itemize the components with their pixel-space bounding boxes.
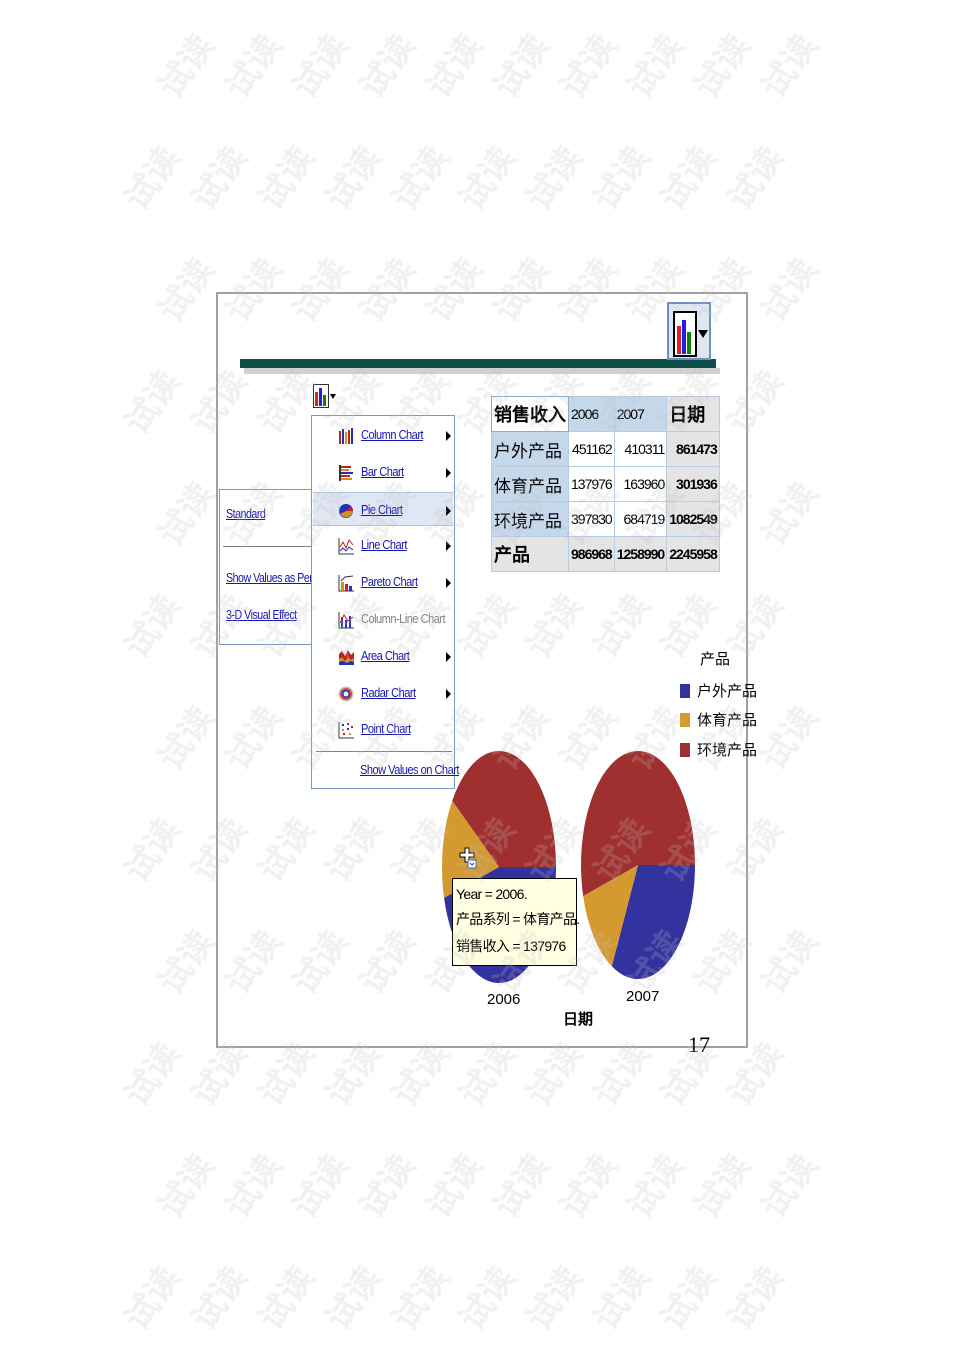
tooltip-line: 销售收入 = 137976 [456, 938, 566, 954]
menu-separator [316, 751, 452, 752]
menu-item-label[interactable]: Area Chart [361, 648, 410, 663]
submenu-arrow-icon [446, 541, 451, 552]
radar-chart-icon [338, 686, 354, 702]
table-cell: 163960 [613, 466, 668, 502]
measure-header[interactable]: 销售收入 [491, 396, 569, 432]
legend-label: 环境产品 [697, 741, 758, 759]
legend-label: 户外产品 [697, 682, 758, 700]
chart-type-menu: Column Chart Bar Chart Pie Chart Line Chart… [311, 415, 459, 789]
legend-item: 体育产品 [680, 709, 757, 730]
pie-chart-area [441, 751, 695, 984]
column-header[interactable]: 2006 [568, 396, 615, 432]
pareto-chart-icon [338, 575, 354, 592]
menu-item-label[interactable]: Pie Chart [361, 502, 403, 517]
submenu-arrow-icon [446, 651, 451, 662]
point-chart-icon [338, 722, 354, 739]
legend-swatch [680, 713, 690, 727]
menu-item-column-line-chart: Column-Line Chart [313, 602, 453, 636]
table-cell: 684719 [613, 501, 668, 537]
pie-label-2007: 2007 [626, 988, 660, 1005]
submenu-3d-effect[interactable]: 3-D Visual Effect [226, 607, 297, 622]
row-header[interactable]: 户外产品 [491, 431, 569, 467]
row-total-cell: 861473 [666, 431, 720, 467]
legend-swatch [680, 684, 690, 698]
page-number: 17 [688, 1032, 710, 1057]
menu-item-label[interactable]: Point Chart [361, 721, 411, 736]
legend-item: 环境产品 [680, 739, 757, 760]
table-cell: 410311 [613, 431, 668, 467]
pie-chart-icon [339, 503, 354, 518]
column-header[interactable]: 2007 [613, 396, 668, 432]
total-row-header[interactable]: 产品 [491, 536, 569, 572]
submenu-arrow-icon [446, 467, 451, 478]
show-values-on-chart-item[interactable]: Show Values on Chart [360, 762, 459, 777]
menu-item-label[interactable]: Line Chart [361, 537, 407, 552]
table-cell: 451162 [568, 431, 615, 467]
table-row: 体育产品 137976 163960 301936 [491, 466, 720, 502]
chart-tooltip: Year = 2006. 产品系列 = 体育产品. 销售收入 = 137976 [452, 878, 580, 966]
menu-item-line-chart[interactable]: Line Chart [313, 528, 453, 562]
table-total-row: 产品 986968 1258990 2245958 [491, 536, 720, 572]
legend-title: 产品 [700, 650, 731, 668]
line-chart-icon [338, 538, 354, 555]
menu-item-bar-chart[interactable]: Bar Chart [313, 455, 453, 489]
menu-item-pie-chart[interactable]: Pie Chart [313, 491, 453, 526]
row-header[interactable]: 体育产品 [491, 466, 569, 502]
menu-item-label[interactable]: Bar Chart [361, 464, 404, 479]
column-chart-icon [339, 428, 353, 444]
pie-label-2006: 2006 [487, 991, 521, 1008]
tooltip-line: 产品系列 = 体育产品. [456, 911, 580, 927]
row-header[interactable]: 环境产品 [491, 501, 569, 537]
legend-label: 体育产品 [697, 711, 758, 729]
submenu-arrow-icon [446, 688, 451, 699]
column-line-chart-icon [338, 612, 354, 629]
submenu-arrow-icon [446, 578, 451, 589]
bar-chart-icon [339, 464, 353, 481]
drill-cursor-icon [459, 847, 477, 869]
menu-item-label[interactable]: Column Chart [361, 427, 424, 442]
area-chart-icon [339, 649, 354, 665]
menu-item-point-chart[interactable]: Point Chart [313, 712, 453, 746]
menu-item-pareto-chart[interactable]: Pareto Chart [313, 565, 453, 599]
total-column-header[interactable]: 日期 [666, 396, 720, 432]
menu-item-column-chart[interactable]: Column Chart [313, 418, 453, 452]
menu-item-label[interactable]: Radar Chart [361, 685, 416, 700]
submenu-arrow-icon [446, 431, 451, 441]
menu-item-radar-chart[interactable]: Radar Chart [313, 676, 453, 710]
table-cell: 137976 [568, 466, 615, 502]
table-row: 户外产品 451162 410311 861473 [491, 431, 720, 467]
submenu-standard[interactable]: Standard [226, 506, 266, 521]
submenu-arrow-icon [446, 505, 451, 516]
grand-total-cell: 2245958 [666, 536, 720, 572]
menu-item-label[interactable]: Pareto Chart [361, 574, 418, 589]
pivot-header-row: 销售收入 2006 2007 日期 [491, 396, 720, 432]
x-axis-label: 日期 [563, 1010, 594, 1028]
row-total-cell: 1082549 [666, 501, 720, 537]
row-total-cell: 301936 [666, 466, 720, 502]
tooltip-line: Year = 2006. [456, 886, 528, 902]
legend-swatch [680, 743, 690, 757]
column-total-cell: 986968 [568, 536, 615, 572]
table-cell: 397830 [568, 501, 615, 537]
menu-item-label: Column-Line Chart [361, 611, 446, 626]
column-total-cell: 1258990 [613, 536, 668, 572]
table-row: 环境产品 397830 684719 1082549 [491, 501, 720, 537]
pivot-table: 销售收入 2006 2007 日期 户外产品 451162 410311 861… [491, 396, 720, 572]
legend-item: 户外产品 [680, 680, 757, 701]
menu-item-area-chart[interactable]: Area Chart [313, 639, 453, 673]
